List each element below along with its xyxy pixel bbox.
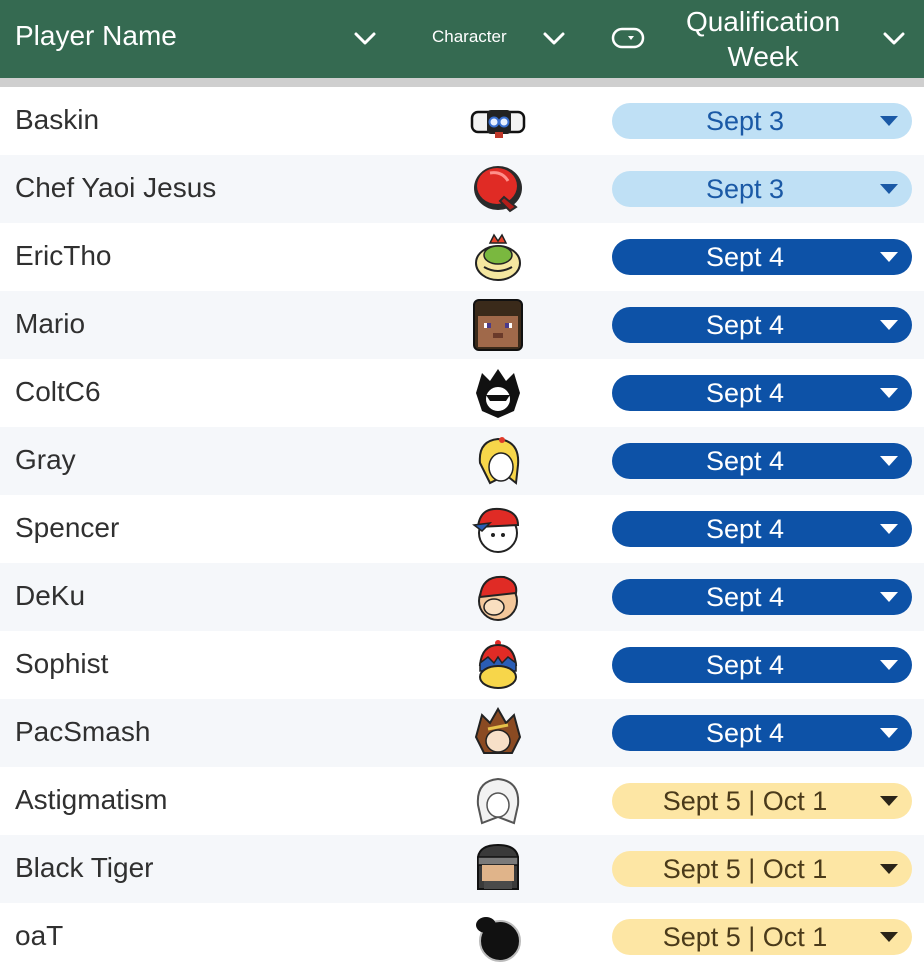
character-filter-chevron-down-icon[interactable] bbox=[542, 27, 566, 51]
dropdown-caret-icon bbox=[880, 660, 898, 670]
rob-robot-icon bbox=[468, 95, 528, 147]
qualification-week-dropdown[interactable]: Sept 4 bbox=[612, 307, 912, 343]
qualification-week-value: Sept 5 | Oct 1 bbox=[662, 922, 828, 952]
table-row[interactable]: Black Tiger Sept 5 | Oct 1 bbox=[0, 835, 924, 903]
zero-suit-samus-icon bbox=[468, 435, 528, 487]
dropdown-column-type-icon bbox=[611, 25, 645, 56]
table-row[interactable]: Sophist Sept 4 bbox=[0, 631, 924, 699]
bowser-jr-icon bbox=[468, 231, 528, 283]
qualification-week-value: Sept 4 bbox=[705, 378, 785, 408]
qualification-week-dropdown[interactable]: Sept 4 bbox=[612, 715, 912, 751]
qualification-week-dropdown[interactable]: Sept 4 bbox=[612, 647, 912, 683]
dropdown-caret-icon bbox=[880, 524, 898, 534]
qualification-week-dropdown[interactable]: Sept 3 bbox=[612, 171, 912, 207]
table-header: Player Name Character Qualification Week bbox=[0, 0, 924, 78]
dropdown-caret-icon bbox=[880, 932, 898, 942]
player-name-filter-chevron-down-icon[interactable] bbox=[353, 27, 377, 51]
table-row[interactable]: Gray Sept 4 bbox=[0, 427, 924, 495]
table-row[interactable]: DeKu Sept 4 bbox=[0, 563, 924, 631]
diddy-kong-icon bbox=[468, 571, 528, 623]
dropdown-caret-icon bbox=[880, 320, 898, 330]
qualification-week-filter-chevron-down-icon[interactable] bbox=[882, 27, 906, 51]
qualification-week-dropdown[interactable]: Sept 5 | Oct 1 bbox=[612, 919, 912, 955]
qualification-week-value: Sept 4 bbox=[705, 446, 785, 476]
dropdown-caret-icon bbox=[880, 592, 898, 602]
qualification-week-value: Sept 4 bbox=[705, 310, 785, 340]
player-name-cell: Gray bbox=[15, 444, 76, 475]
player-name-cell: Astigmatism bbox=[15, 784, 168, 815]
qualification-week-header-line2: Week bbox=[727, 41, 799, 72]
game-and-watch-icon bbox=[468, 911, 528, 963]
pit-icon bbox=[468, 706, 528, 759]
qualification-week-dropdown[interactable]: Sept 4 bbox=[612, 511, 912, 547]
table-row[interactable]: oaT Sept 5 | Oct 1 bbox=[0, 903, 924, 971]
table-row[interactable]: Astigmatism Sept 5 | Oct 1 bbox=[0, 767, 924, 835]
player-name-cell: oaT bbox=[15, 920, 64, 951]
qualification-week-dropdown[interactable]: Sept 4 bbox=[612, 443, 912, 479]
dropdown-caret-icon bbox=[880, 184, 898, 194]
corrin-icon bbox=[468, 775, 528, 827]
character-header[interactable]: Character bbox=[432, 27, 507, 47]
player-table-body: Baskin Sept 3 Chef Yaoi Jesus Sept 3 Eri… bbox=[0, 87, 924, 971]
dropdown-caret-icon bbox=[880, 388, 898, 398]
table-row[interactable]: PacSmash Sept 4 bbox=[0, 699, 924, 767]
qualification-week-value: Sept 4 bbox=[705, 650, 785, 680]
player-name-cell: Mario bbox=[15, 308, 86, 339]
table-row[interactable]: Chef Yaoi Jesus Sept 3 bbox=[0, 155, 924, 223]
header-divider bbox=[0, 78, 924, 87]
boxing-glove-icon bbox=[468, 163, 528, 215]
qualification-week-value: Sept 3 bbox=[705, 174, 785, 204]
dropdown-caret-icon bbox=[880, 252, 898, 262]
player-name-cell: Chef Yaoi Jesus bbox=[15, 172, 217, 203]
player-name-cell: Sophist bbox=[15, 648, 109, 679]
qualification-week-value: Sept 4 bbox=[705, 718, 785, 748]
snake-icon bbox=[468, 843, 528, 895]
qualification-week-value: Sept 4 bbox=[705, 514, 785, 544]
table-row[interactable]: Mario Sept 4 bbox=[0, 291, 924, 359]
king-dedede-icon bbox=[468, 639, 528, 691]
qualification-week-header-line1: Qualification bbox=[685, 6, 841, 37]
player-name-cell: ColtC6 bbox=[15, 376, 101, 407]
dropdown-caret-icon bbox=[880, 116, 898, 126]
qualification-week-value: Sept 4 bbox=[705, 242, 785, 272]
qualification-week-dropdown[interactable]: Sept 3 bbox=[612, 103, 912, 139]
joker-icon bbox=[468, 367, 528, 419]
qualification-week-dropdown[interactable]: Sept 5 | Oct 1 bbox=[612, 851, 912, 887]
qualification-week-dropdown[interactable]: Sept 4 bbox=[612, 579, 912, 615]
player-name-cell: PacSmash bbox=[15, 716, 151, 747]
qualification-week-value: Sept 5 | Oct 1 bbox=[662, 854, 828, 884]
player-name-cell: Spencer bbox=[15, 512, 120, 543]
qualification-week-dropdown[interactable]: Sept 4 bbox=[612, 375, 912, 411]
qualification-week-value: Sept 4 bbox=[705, 582, 785, 612]
table-row[interactable]: Baskin Sept 3 bbox=[0, 87, 924, 155]
qualification-week-dropdown[interactable]: Sept 5 | Oct 1 bbox=[612, 783, 912, 819]
qualification-week-dropdown[interactable]: Sept 4 bbox=[612, 239, 912, 275]
qualification-week-value: Sept 5 | Oct 1 bbox=[662, 786, 828, 816]
table-row[interactable]: ColtC6 Sept 4 bbox=[0, 359, 924, 427]
player-name-cell: EricTho bbox=[15, 240, 112, 271]
player-name-header[interactable]: Player Name bbox=[15, 20, 177, 52]
dropdown-caret-icon bbox=[880, 728, 898, 738]
qualification-week-value: Sept 3 bbox=[705, 106, 785, 136]
player-name-cell: Baskin bbox=[15, 104, 100, 135]
dropdown-caret-icon bbox=[880, 864, 898, 874]
qualification-week-header[interactable]: Qualification Week bbox=[660, 4, 866, 74]
minecraft-steve-icon bbox=[468, 299, 528, 351]
table-row[interactable]: EricTho Sept 4 bbox=[0, 223, 924, 291]
player-name-cell: DeKu bbox=[15, 580, 86, 611]
ness-icon bbox=[468, 503, 528, 555]
dropdown-caret-icon bbox=[880, 796, 898, 806]
player-name-cell: Black Tiger bbox=[15, 852, 154, 883]
dropdown-caret-icon bbox=[880, 456, 898, 466]
table-row[interactable]: Spencer Sept 4 bbox=[0, 495, 924, 563]
